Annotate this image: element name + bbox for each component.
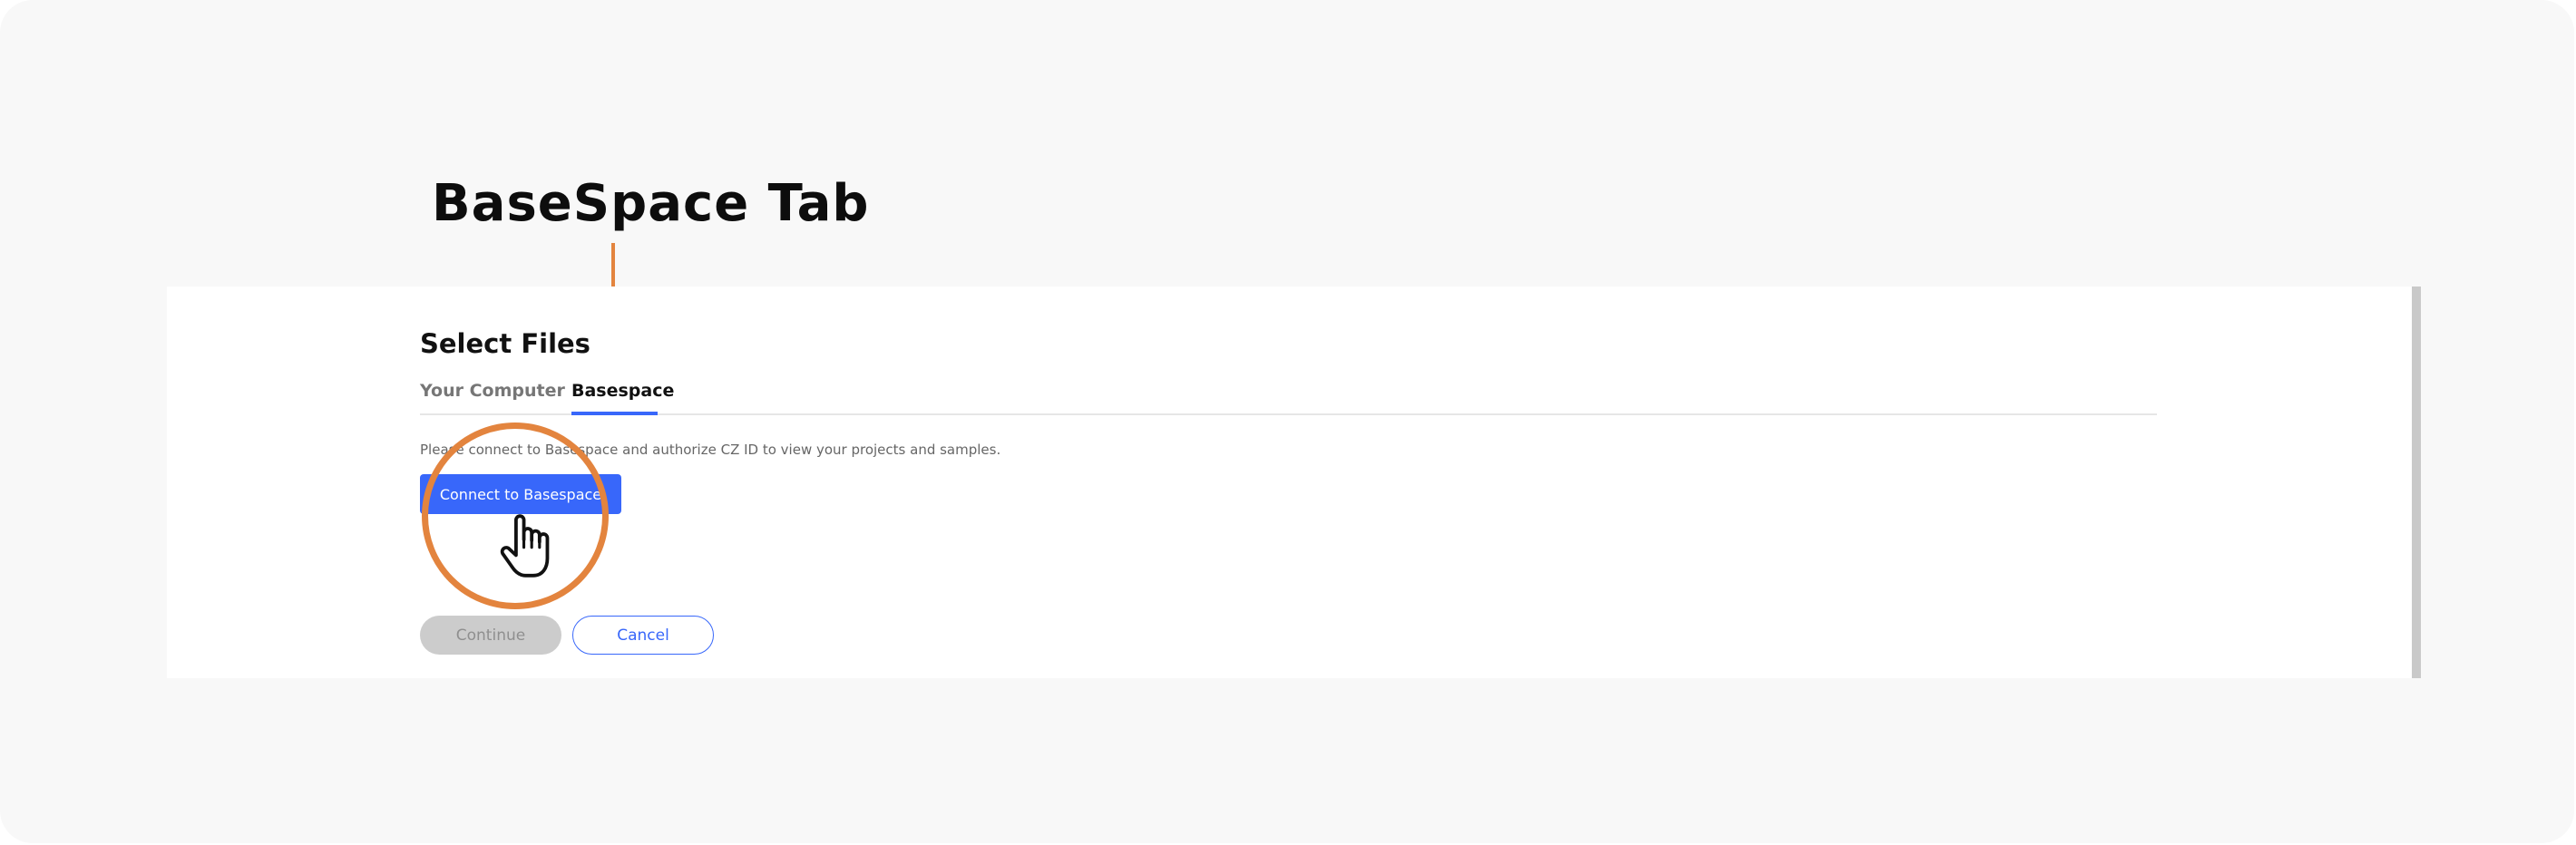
active-tab-indicator [571, 412, 658, 415]
hand-pointer-icon [500, 514, 550, 578]
tabs-divider [420, 413, 2157, 415]
cancel-button[interactable]: Cancel [572, 616, 714, 655]
continue-button[interactable]: Continue [420, 616, 561, 655]
tab-your-computer[interactable]: Your Computer [420, 381, 565, 401]
tab-basespace[interactable]: Basespace [571, 381, 674, 401]
callout-title: BaseSpace Tab [432, 174, 870, 233]
scrollbar[interactable] [2412, 287, 2421, 678]
page-title: Select Files [420, 328, 590, 359]
